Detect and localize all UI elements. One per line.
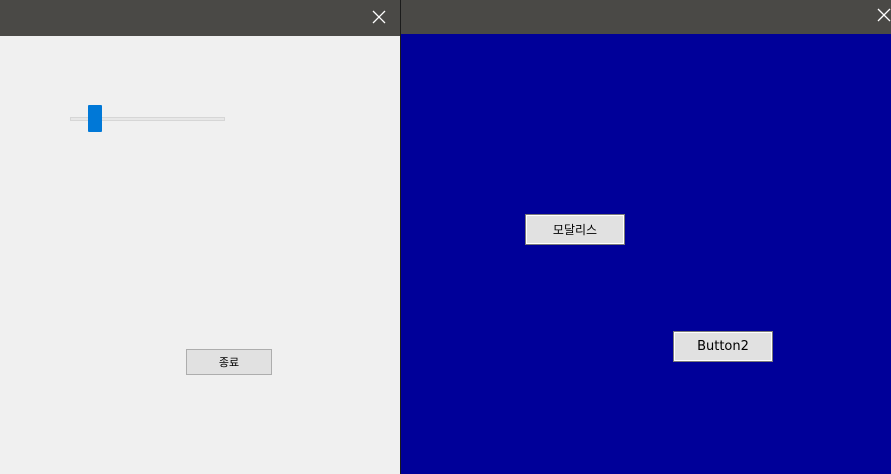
modeless-button[interactable]: 모달리스 [525, 214, 625, 245]
desktop: 종료 모달리스 Button2 [0, 0, 891, 474]
close-icon [372, 10, 386, 24]
right-window-close-button[interactable] [869, 0, 891, 30]
trackbar-slider[interactable] [70, 104, 225, 134]
left-window-titlebar[interactable] [0, 0, 400, 36]
right-window-titlebar[interactable] [401, 0, 891, 34]
left-window-client: 종료 [0, 36, 400, 474]
slider-thumb[interactable] [88, 105, 102, 132]
exit-button[interactable]: 종료 [186, 349, 272, 375]
left-window: 종료 [0, 0, 400, 474]
close-icon [877, 8, 891, 22]
button2[interactable]: Button2 [673, 331, 773, 362]
right-window-client: 모달리스 Button2 [401, 34, 891, 474]
left-window-close-button[interactable] [364, 0, 394, 34]
right-window: 모달리스 Button2 [401, 0, 891, 474]
